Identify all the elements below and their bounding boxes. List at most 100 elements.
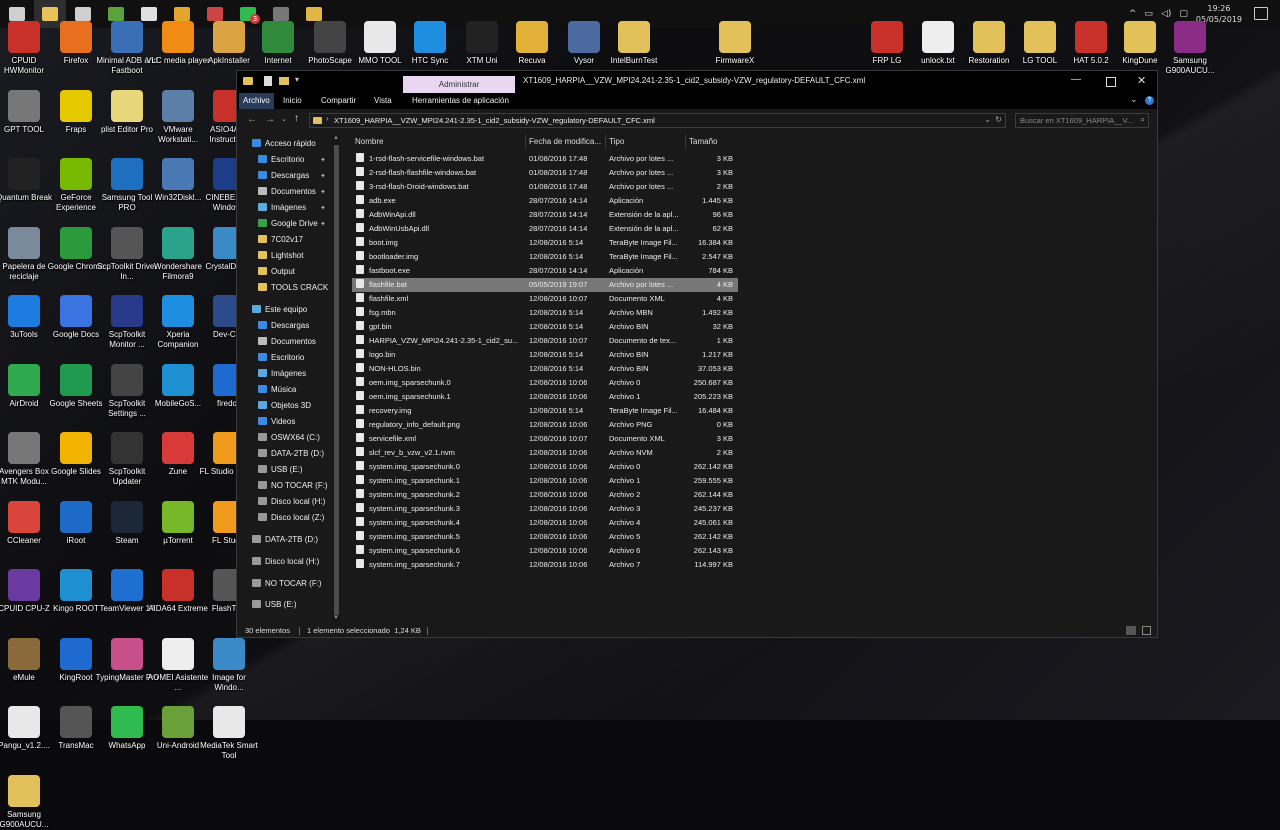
file-row[interactable]: system.img_sparsechunk.4 12/08/2016 10:06… bbox=[352, 516, 738, 530]
forward-arrow-icon[interactable]: → bbox=[265, 114, 275, 125]
tab-compartir[interactable]: Compartir bbox=[317, 93, 360, 109]
desktop-icon[interactable]: Image for Windo... bbox=[197, 637, 261, 693]
nav-item[interactable]: NO TOCAR (F:) bbox=[252, 577, 322, 591]
nav-item[interactable]: Descargas bbox=[258, 319, 309, 333]
desktop-icon[interactable]: Samsung G900AUCU... bbox=[1158, 21, 1222, 76]
file-row[interactable]: flashfile.xml 12/08/2016 10:07 Documento X… bbox=[352, 292, 738, 306]
file-row[interactable]: oem.img_sparsechunk.1 12/08/2016 10:06 Arc… bbox=[352, 390, 738, 404]
column-header-size[interactable]: Tamaño bbox=[689, 133, 717, 151]
desktop-icon[interactable]: IntelBurnTest bbox=[602, 21, 666, 66]
column-header-name[interactable]: Nombre bbox=[355, 133, 383, 151]
nav-item[interactable]: Escritorio bbox=[258, 153, 304, 167]
recent-dropdown-icon[interactable]: ⌄ bbox=[281, 115, 287, 123]
network-icon[interactable]: ▭ bbox=[1144, 9, 1153, 19]
file-row[interactable]: fsg.mbn 12/08/2016 5:14 Archivo MBN 1.492 K… bbox=[352, 306, 738, 320]
desktop-icon[interactable]: Samsung G900AUCU... bbox=[0, 774, 56, 830]
nav-item[interactable]: Imágenes bbox=[258, 201, 306, 215]
file-row[interactable]: system.img_sparsechunk.2 12/08/2016 10:06… bbox=[352, 488, 738, 502]
speech-bubble-icon[interactable]: ▢ bbox=[1179, 9, 1188, 19]
new-folder-icon[interactable] bbox=[279, 77, 289, 85]
properties-icon[interactable] bbox=[264, 76, 272, 86]
nav-item[interactable]: TOOLS CRACK bbox=[258, 281, 328, 295]
nav-item[interactable]: NO TOCAR (F:) bbox=[258, 479, 328, 493]
nav-item[interactable]: Escritorio bbox=[258, 351, 304, 365]
tab-herramientas[interactable]: Herramientas de aplicación bbox=[408, 93, 513, 109]
file-row[interactable]: bootloader.img 12/08/2016 5:14 TeraByte Im… bbox=[352, 250, 738, 264]
large-icons-view-icon[interactable] bbox=[1142, 626, 1151, 635]
file-row[interactable]: oem.img_sparsechunk.0 12/08/2016 10:06 Arc… bbox=[352, 376, 738, 390]
file-row[interactable]: gpt.bin 12/08/2016 5:14 Archivo BIN 32 KB bbox=[352, 320, 738, 334]
scroll-down-icon[interactable]: ▼ bbox=[333, 615, 339, 621]
search-input[interactable]: Buscar en XT1609_HARPIA__V... bbox=[1020, 116, 1133, 125]
file-row[interactable]: system.img_sparsechunk.6 12/08/2016 10:06… bbox=[352, 544, 738, 558]
file-row[interactable]: AdbWinUsbApi.dll 28/07/2016 14:14 Extensió… bbox=[352, 222, 738, 236]
up-arrow-icon[interactable]: ↑ bbox=[294, 113, 299, 124]
close-icon[interactable]: ✕ bbox=[1137, 74, 1146, 87]
file-row[interactable]: system.img_sparsechunk.7 12/08/2016 10:06… bbox=[352, 558, 738, 572]
volume-icon[interactable]: ◁) bbox=[1161, 9, 1171, 19]
title-bar[interactable]: ▾ Administrar XT1609_HARPIA__VZW_MPI24.2… bbox=[237, 71, 1157, 93]
nav-item[interactable]: Output bbox=[258, 265, 295, 279]
tab-vista[interactable]: Vista bbox=[370, 93, 396, 109]
file-row[interactable]: system.img_sparsechunk.0 12/08/2016 10:06… bbox=[352, 460, 738, 474]
column-header-type[interactable]: Tipo bbox=[609, 133, 624, 151]
file-row[interactable]: system.img_sparsechunk.1 12/08/2016 10:06… bbox=[352, 474, 738, 488]
nav-item[interactable]: Lightshot bbox=[258, 249, 303, 263]
nav-item[interactable]: Este equipo bbox=[252, 303, 307, 317]
file-row[interactable]: HARPIA_VZW_MPI24.241-2.35-1_cid2_su... 12… bbox=[352, 334, 738, 348]
file-row[interactable]: 2-rsd-flash-flashfile-windows.bat 01/08/2… bbox=[352, 166, 738, 180]
back-arrow-icon[interactable]: ← bbox=[247, 114, 257, 125]
refresh-icon[interactable]: ↻ bbox=[995, 115, 1002, 124]
nav-item[interactable]: Documentos bbox=[258, 335, 316, 349]
chevron-up-icon[interactable]: ^ bbox=[1129, 9, 1137, 19]
nav-item[interactable]: 7C02v17 bbox=[258, 233, 303, 247]
minimize-icon[interactable]: — bbox=[1071, 74, 1081, 85]
file-row[interactable]: AdbWinApi.dll 28/07/2016 14:14 Extensión d… bbox=[352, 208, 738, 222]
nav-item[interactable]: Disco local (H:) bbox=[258, 495, 325, 509]
ribbon-expand-icon[interactable]: ⌄ bbox=[1130, 94, 1138, 105]
notification-center-icon[interactable] bbox=[1254, 7, 1268, 20]
file-row[interactable]: logo.bin 12/08/2016 5:14 Archivo BIN 1.217 … bbox=[352, 348, 738, 362]
file-row[interactable]: system.img_sparsechunk.3 12/08/2016 10:06… bbox=[352, 502, 738, 516]
navigation-scrollbar[interactable]: ▲ ▼ bbox=[332, 133, 341, 625]
desktop-icon[interactable]: MediaTek Smart Tool bbox=[197, 706, 261, 761]
file-row[interactable]: servicefile.xml 12/08/2016 10:07 Documento… bbox=[352, 432, 738, 446]
file-row[interactable]: NON-HLOS.bin 12/08/2016 5:14 Archivo BIN 37… bbox=[352, 362, 738, 376]
nav-item[interactable]: Objetos 3D bbox=[258, 399, 311, 413]
file-row[interactable]: regulatory_info_default.png 12/08/2016 10… bbox=[352, 418, 738, 432]
nav-item[interactable]: Acceso rápido bbox=[252, 137, 316, 151]
nav-item[interactable]: Google Drive bbox=[258, 217, 318, 231]
file-row[interactable]: 3-rsd-flash-Droid-windows.bat 01/08/2016 … bbox=[352, 180, 738, 194]
nav-item[interactable]: DATA-2TB (D:) bbox=[252, 533, 318, 547]
context-tab-manage[interactable]: Administrar bbox=[403, 76, 515, 93]
nav-item[interactable]: Imágenes bbox=[258, 367, 306, 381]
tab-inicio[interactable]: Inicio bbox=[279, 93, 306, 109]
nav-item[interactable]: Disco local (H:) bbox=[252, 555, 319, 569]
file-row[interactable]: adb.exe 28/07/2016 14:14 Aplicación 1.445 K… bbox=[352, 194, 738, 208]
address-bar[interactable]: › XT1609_HARPIA__VZW_MPI24.241-2.35-1_ci… bbox=[309, 113, 1006, 128]
tab-archivo[interactable]: Archivo bbox=[239, 93, 274, 109]
column-header-date[interactable]: Fecha de modifica... bbox=[529, 133, 601, 151]
file-row[interactable]: flashfile.bat 05/05/2019 19:07 Archivo por… bbox=[352, 278, 738, 292]
file-row[interactable]: system.img_sparsechunk.5 12/08/2016 10:06… bbox=[352, 530, 738, 544]
address-dropdown-icon[interactable]: ⌄ bbox=[984, 115, 991, 124]
details-view-icon[interactable] bbox=[1126, 626, 1136, 635]
file-row[interactable]: boot.img 12/08/2016 5:14 TeraByte Image Fi… bbox=[352, 236, 738, 250]
file-row[interactable]: fastboot.exe 28/07/2016 14:14 Aplicación 78… bbox=[352, 264, 738, 278]
scroll-thumb[interactable] bbox=[334, 145, 339, 615]
qat-dropdown-icon[interactable]: ▾ bbox=[295, 75, 299, 84]
maximize-icon[interactable] bbox=[1106, 77, 1116, 87]
help-icon[interactable]: ? bbox=[1145, 96, 1154, 105]
nav-item[interactable]: Videos bbox=[258, 415, 295, 429]
nav-item[interactable]: DATA-2TB (D:) bbox=[258, 447, 324, 461]
search-box[interactable]: Buscar en XT1609_HARPIA__V... ⌕ bbox=[1015, 113, 1149, 128]
desktop-icon[interactable]: FirmwareX bbox=[703, 21, 767, 66]
file-row[interactable]: slcf_rev_b_vzw_v2.1.nvm 12/08/2016 10:06 A… bbox=[352, 446, 738, 460]
nav-item[interactable]: USB (E:) bbox=[258, 463, 303, 477]
nav-item[interactable]: Descargas bbox=[258, 169, 309, 183]
scroll-up-icon[interactable]: ▲ bbox=[333, 135, 339, 141]
file-row[interactable]: recovery.img 12/08/2016 5:14 TeraByte Imag… bbox=[352, 404, 738, 418]
nav-item[interactable]: Música bbox=[258, 383, 296, 397]
nav-item[interactable]: Disco local (Z:) bbox=[258, 511, 324, 525]
nav-item[interactable]: Documentos bbox=[258, 185, 316, 199]
